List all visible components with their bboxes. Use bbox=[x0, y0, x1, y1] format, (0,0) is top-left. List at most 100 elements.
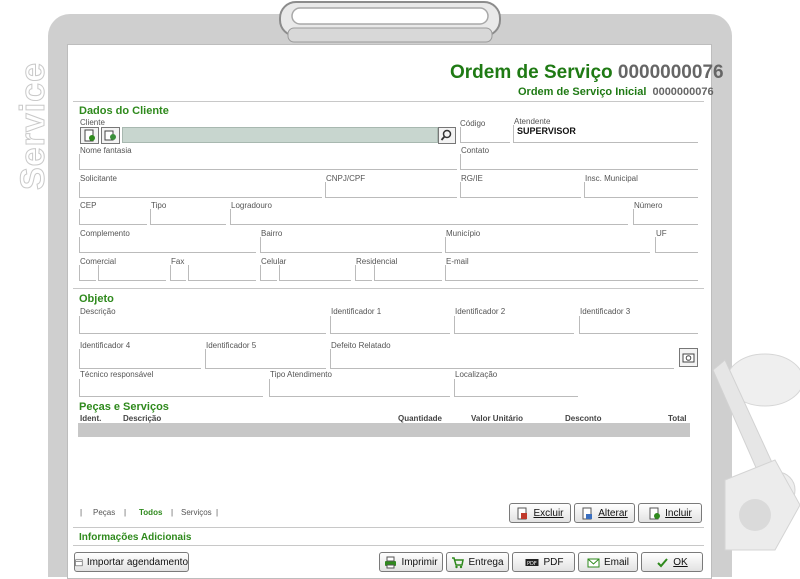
ok-label: OK bbox=[673, 556, 688, 568]
filter-servicos[interactable]: Serviços bbox=[181, 508, 212, 517]
alterar-label: Alterar bbox=[598, 507, 628, 519]
column-valor-unitario: Valor Unitário bbox=[471, 414, 524, 423]
bairro-field[interactable] bbox=[260, 237, 442, 253]
column-desconto: Desconto bbox=[565, 414, 602, 423]
divider bbox=[73, 101, 704, 102]
logradouro-field[interactable] bbox=[230, 209, 628, 225]
column-descricao: Descrição bbox=[123, 414, 162, 423]
add-icon bbox=[649, 507, 661, 519]
comercial-field[interactable] bbox=[98, 265, 166, 281]
filter-separator: | bbox=[216, 508, 219, 517]
entrega-label: Entrega bbox=[468, 556, 504, 568]
label-identificador-3: Identificador 3 bbox=[580, 307, 631, 316]
clipboard-clip bbox=[279, 1, 501, 43]
pdf-label: PDF bbox=[543, 556, 564, 568]
search-icon bbox=[440, 129, 452, 141]
descricao-field[interactable] bbox=[79, 316, 326, 334]
divider bbox=[73, 545, 704, 546]
residencial-ddd-field[interactable] bbox=[355, 265, 372, 281]
svg-text:PDF: PDF bbox=[527, 561, 537, 567]
solicitante-field[interactable] bbox=[79, 182, 322, 198]
divider bbox=[73, 527, 704, 528]
sub-order-number: 0000000076 bbox=[652, 86, 714, 98]
cep-field[interactable] bbox=[79, 209, 147, 225]
tecnico-responsavel-field[interactable] bbox=[79, 379, 263, 397]
items-table-selected-row[interactable] bbox=[78, 423, 690, 437]
items-table-body[interactable] bbox=[78, 437, 690, 499]
check-icon bbox=[657, 557, 669, 567]
ok-button[interactable]: OK bbox=[641, 552, 703, 572]
label-tipo-atendimento: Tipo Atendimento bbox=[270, 370, 332, 379]
incluir-button[interactable]: Incluir bbox=[638, 503, 702, 523]
comercial-ddd-field[interactable] bbox=[79, 265, 96, 281]
column-quantidade: Quantidade bbox=[398, 414, 443, 423]
envelope-icon bbox=[587, 558, 600, 567]
section-objeto: Objeto bbox=[79, 293, 114, 305]
imprimir-button[interactable]: Imprimir bbox=[379, 552, 443, 572]
codigo-field[interactable] bbox=[460, 127, 510, 143]
title-text: Ordem de Serviço bbox=[450, 62, 613, 83]
order-number: 0000000076 bbox=[617, 62, 724, 83]
identificador-3-field[interactable] bbox=[579, 316, 698, 334]
entrega-button[interactable]: Entrega bbox=[446, 552, 509, 572]
label-localizacao: Localização bbox=[455, 370, 498, 379]
label-descricao: Descrição bbox=[80, 307, 116, 316]
rg-field[interactable] bbox=[460, 182, 581, 198]
side-label: Service bbox=[14, 62, 53, 191]
celular-ddd-field[interactable] bbox=[260, 265, 277, 281]
residencial-field[interactable] bbox=[374, 265, 442, 281]
filter-separator: | bbox=[171, 508, 174, 517]
uf-field[interactable] bbox=[655, 237, 698, 253]
tipo-field[interactable] bbox=[150, 209, 226, 225]
filter-separator: | bbox=[80, 508, 83, 517]
contato-field[interactable] bbox=[460, 154, 698, 170]
email-field[interactable] bbox=[445, 265, 698, 281]
identificador-4-field[interactable] bbox=[79, 349, 201, 369]
calendar-icon bbox=[75, 558, 83, 566]
municipio-field[interactable] bbox=[445, 237, 650, 253]
alterar-button[interactable]: Alterar bbox=[574, 503, 635, 523]
delete-icon bbox=[517, 507, 528, 519]
localizacao-field[interactable] bbox=[454, 379, 578, 397]
page-subtitle: Ordem de Serviço Inicial 0000000076 bbox=[518, 86, 714, 98]
filter-pecas[interactable]: Peças bbox=[93, 508, 115, 517]
tipo-atendimento-field[interactable] bbox=[269, 379, 450, 397]
page-title: Ordem de Serviço 0000000076 bbox=[450, 62, 724, 84]
pdf-button[interactable]: PDF PDF bbox=[512, 552, 575, 572]
column-total: Total bbox=[668, 414, 687, 423]
fax-field[interactable] bbox=[188, 265, 256, 281]
identificador-1-field[interactable] bbox=[330, 316, 450, 334]
numero-field[interactable] bbox=[633, 209, 698, 225]
printer-icon bbox=[385, 556, 397, 568]
client-search-button[interactable] bbox=[438, 127, 456, 144]
section-informacoes-adicionais[interactable]: Informações Adicionais bbox=[79, 532, 191, 543]
label-identificador-2: Identificador 2 bbox=[455, 307, 506, 316]
filter-todos[interactable]: Todos bbox=[139, 508, 162, 517]
column-ident: Ident. bbox=[80, 414, 102, 423]
excluir-button[interactable]: Excluir bbox=[509, 503, 571, 523]
nome-fantasia-field[interactable] bbox=[79, 154, 457, 170]
complemento-field[interactable] bbox=[79, 237, 256, 253]
identificador-5-field[interactable] bbox=[205, 349, 326, 369]
cnpj-field[interactable] bbox=[325, 182, 457, 198]
wrench-decoration-icon bbox=[712, 353, 800, 551]
client-field[interactable] bbox=[122, 127, 438, 143]
defeito-photo-button[interactable] bbox=[679, 348, 698, 367]
client-edit-button[interactable] bbox=[101, 127, 120, 144]
fax-ddd-field[interactable] bbox=[170, 265, 186, 281]
celular-field[interactable] bbox=[279, 265, 351, 281]
email-label: Email bbox=[603, 556, 629, 568]
defeito-relatado-field[interactable] bbox=[330, 349, 674, 369]
client-new-button[interactable] bbox=[80, 127, 99, 144]
importar-label: Importar agendamento bbox=[86, 556, 188, 568]
atendente-field[interactable]: SUPERVISOR bbox=[513, 125, 698, 143]
email-button[interactable]: Email bbox=[578, 552, 638, 572]
filter-separator: | bbox=[124, 508, 127, 517]
insc-municipal-field[interactable] bbox=[584, 182, 698, 198]
identificador-2-field[interactable] bbox=[454, 316, 574, 334]
excluir-label: Excluir bbox=[533, 507, 564, 519]
divider bbox=[73, 288, 704, 289]
importar-agendamento-button[interactable]: Importar agendamento bbox=[74, 552, 189, 572]
pdf-icon: PDF bbox=[525, 558, 538, 567]
camera-icon bbox=[682, 353, 695, 363]
